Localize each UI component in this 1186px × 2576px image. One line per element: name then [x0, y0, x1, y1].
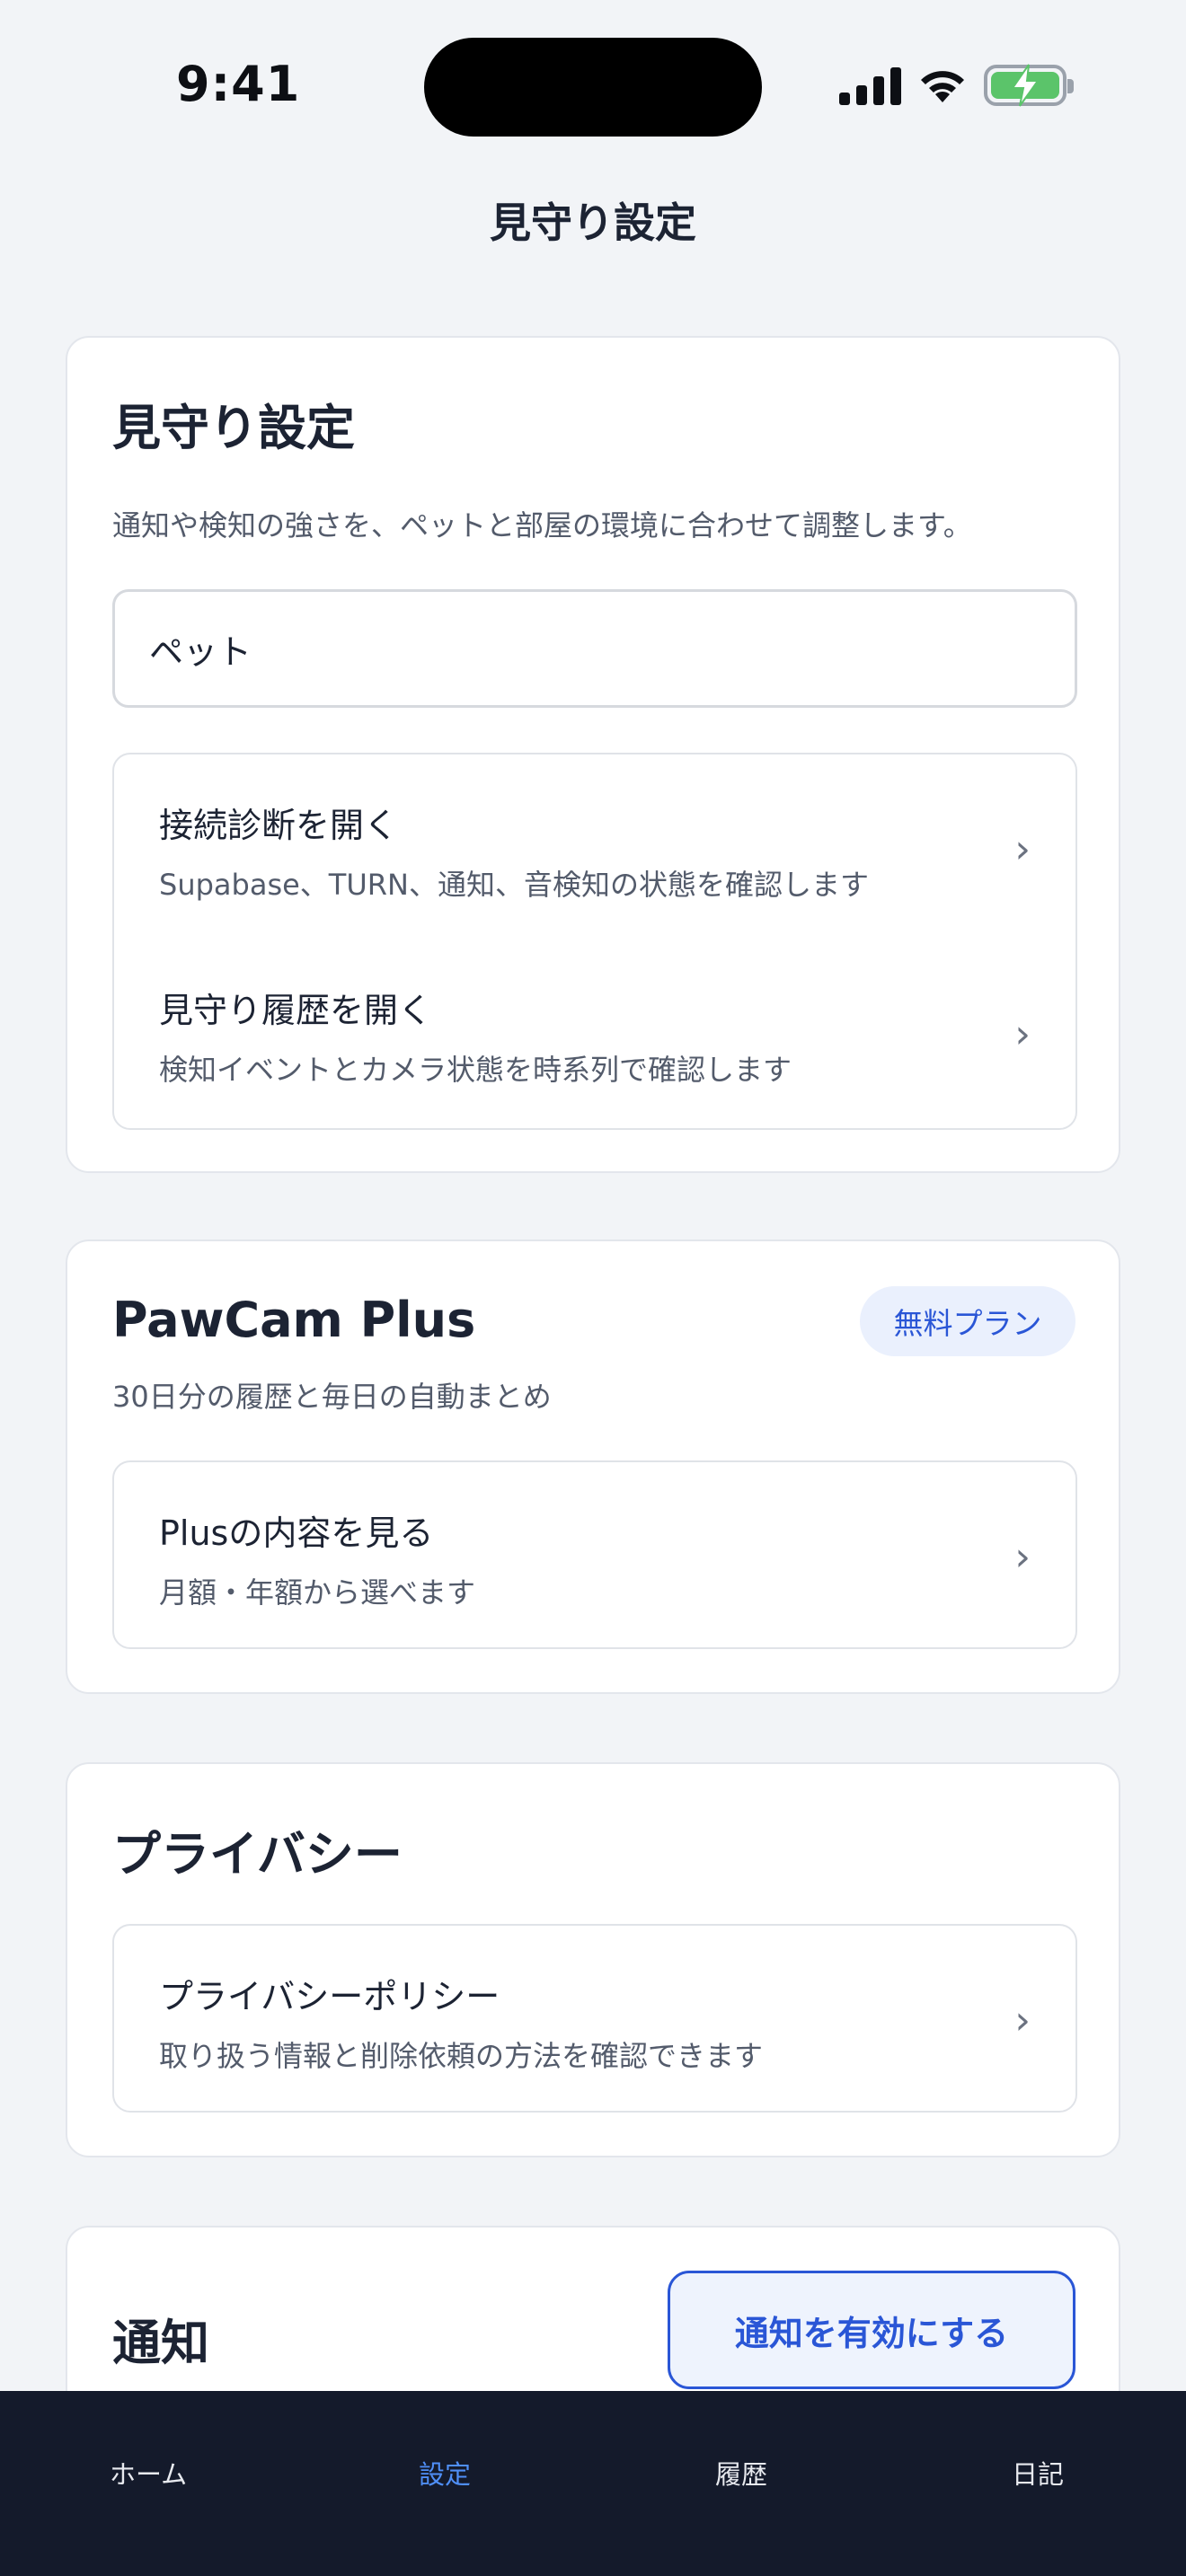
- privacy-policy-row[interactable]: プライバシーポリシー 取り扱う情報と削除依頼の方法を確認できます ›: [114, 1926, 1075, 2111]
- tab-diary[interactable]: 日記: [1012, 2454, 1064, 2492]
- pet-name-input[interactable]: [112, 589, 1077, 708]
- status-time: 9:41: [176, 56, 301, 112]
- wifi-icon: [921, 71, 964, 102]
- dynamic-island: [424, 38, 762, 137]
- chevron-right-icon: ›: [1014, 1011, 1031, 1057]
- monitoring-card-description: 通知や検知の強さを、ペットと部屋の環境に合わせて調整します。: [112, 508, 972, 543]
- privacy-card: プライバシー プライバシーポリシー 取り扱う情報と削除依頼の方法を確認できます …: [66, 1762, 1120, 2157]
- charging-bolt-icon: [1011, 64, 1040, 107]
- bottom-tab-bar: ホーム 設定 履歴 日記: [0, 2391, 1186, 2576]
- monitoring-history-subtitle: 検知イベントとカメラ状態を時系列で確認します: [159, 1053, 792, 1087]
- view-plus-details-subtitle: 月額・年額から選べます: [159, 1575, 476, 1610]
- plus-card-description: 30日分の履歴と毎日の自動まとめ: [112, 1380, 552, 1414]
- view-plus-details-row[interactable]: Plusの内容を見る 月額・年額から選べます ›: [114, 1462, 1075, 1647]
- plan-status-badge: 無料プラン: [860, 1286, 1075, 1356]
- plus-links-list: Plusの内容を見る 月額・年額から選べます ›: [112, 1460, 1077, 1649]
- tab-home[interactable]: ホーム: [110, 2454, 187, 2492]
- chevron-right-icon: ›: [1014, 1534, 1031, 1580]
- monitoring-links-list: 接続診断を開く Supabase、TURN、通知、音検知の状態を確認します › …: [112, 753, 1077, 1130]
- chevron-right-icon: ›: [1014, 1998, 1031, 2043]
- privacy-policy-subtitle: 取り扱う情報と削除依頼の方法を確認できます: [159, 2039, 764, 2073]
- monitoring-settings-card: 見守り設定 通知や検知の強さを、ペットと部屋の環境に合わせて調整します。 接続診…: [66, 336, 1120, 1173]
- notification-card-title: 通知: [112, 2315, 209, 2371]
- settings-screen: 9:41 見守り設定 見守り設定 通知や検知の強さを、ペットと部屋の環境に合わせ…: [0, 0, 1186, 2576]
- privacy-policy-title: プライバシーポリシー: [159, 1977, 500, 2016]
- connection-diagnostics-subtitle: Supabase、TURN、通知、音検知の状態を確認します: [159, 868, 869, 902]
- privacy-card-title: プライバシー: [112, 1826, 403, 1883]
- connection-diagnostics-row[interactable]: 接続診断を開く Supabase、TURN、通知、音検知の状態を確認します ›: [114, 754, 1075, 940]
- view-plus-details-title: Plusの内容を見る: [159, 1513, 434, 1553]
- cellular-signal-icon: [839, 66, 901, 105]
- enable-notifications-button[interactable]: 通知を有効にする: [668, 2271, 1075, 2389]
- pawcam-plus-card: PawCam Plus 無料プラン 30日分の履歴と毎日の自動まとめ Plusの…: [66, 1239, 1120, 1694]
- page-title: 見守り設定: [490, 198, 696, 247]
- plus-card-title: PawCam Plus: [112, 1292, 476, 1348]
- privacy-links-list: プライバシーポリシー 取り扱う情報と削除依頼の方法を確認できます ›: [112, 1924, 1077, 2113]
- battery-icon: [984, 64, 1074, 107]
- tab-history[interactable]: 履歴: [715, 2454, 767, 2492]
- chevron-right-icon: ›: [1014, 826, 1031, 872]
- status-icons: [839, 63, 1074, 108]
- status-bar: 9:41: [0, 0, 1186, 153]
- monitoring-history-title: 見守り履歴を開く: [159, 991, 433, 1030]
- tab-settings[interactable]: 設定: [419, 2454, 471, 2492]
- connection-diagnostics-title: 接続診断を開く: [159, 806, 399, 845]
- monitoring-history-row[interactable]: 見守り履歴を開く 検知イベントとカメラ状態を時系列で確認します ›: [114, 940, 1075, 1125]
- monitoring-card-title: 見守り設定: [112, 400, 355, 456]
